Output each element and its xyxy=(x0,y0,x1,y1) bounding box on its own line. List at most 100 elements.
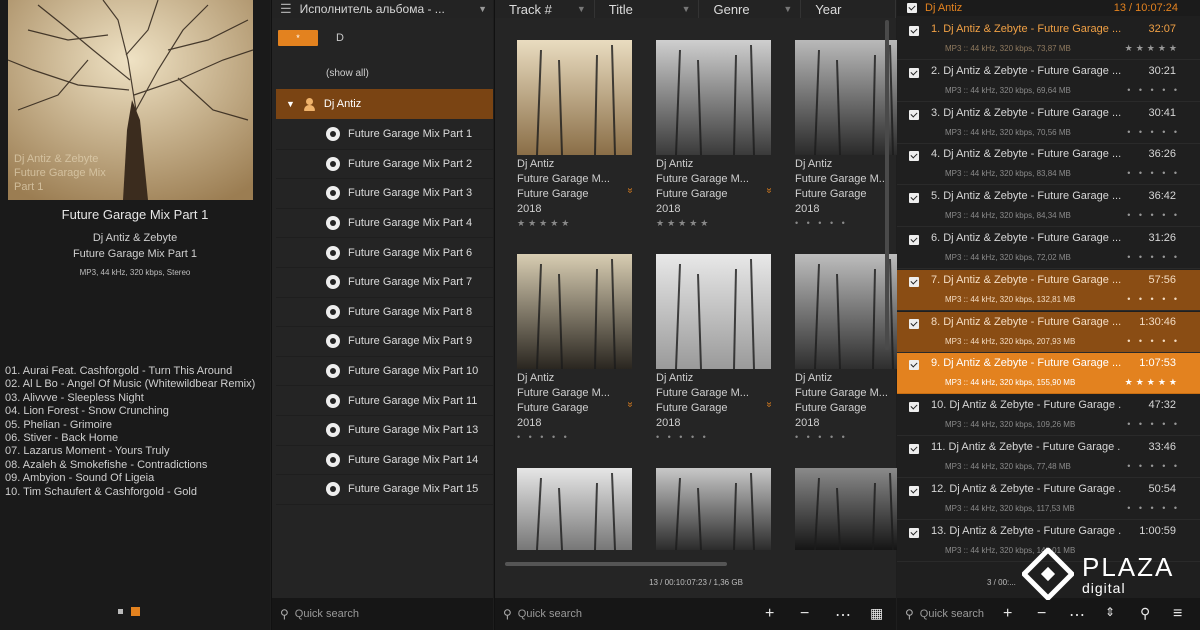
tree-album-item[interactable]: Future Garage Mix Part 9 xyxy=(276,327,493,357)
tile-rating[interactable]: ★★★★★ xyxy=(656,218,774,229)
track-rating[interactable]: ★★★★★ xyxy=(1125,377,1180,388)
track-checkbox[interactable] xyxy=(909,318,919,329)
playlist-track-row[interactable]: 8. Dj Antiz & Zebyte - Future Garage ...… xyxy=(897,311,1200,353)
track-rating[interactable]: • • • • • xyxy=(1127,210,1180,220)
add-icon[interactable]: + xyxy=(765,605,774,623)
track-rating[interactable]: • • • • • xyxy=(1127,85,1180,95)
tree-artist-node[interactable]: ▼ Dj Antiz xyxy=(276,89,493,119)
quick-search-input[interactable]: Quick search xyxy=(920,608,984,620)
playlist-track-row[interactable]: 3. Dj Antiz & Zebyte - Future Garage ...… xyxy=(897,103,1200,144)
track-rating[interactable]: ★★★★★ xyxy=(1125,43,1180,54)
track-rating[interactable]: • • • • • xyxy=(1127,168,1180,178)
track-checkbox[interactable] xyxy=(909,360,919,371)
tree-album-item[interactable]: Future Garage Mix Part 4 xyxy=(276,209,493,239)
expand-chevron-icon[interactable]: » xyxy=(625,188,636,194)
album-tile[interactable] xyxy=(517,468,635,553)
playlist-track-row[interactable]: 6. Dj Antiz & Zebyte - Future Garage ...… xyxy=(897,228,1200,269)
album-tile[interactable] xyxy=(656,468,774,553)
tile-rating[interactable]: • • • • • xyxy=(795,432,913,442)
album-tile[interactable]: Dj Antiz Future Garage M... Future Garage 2… xyxy=(656,40,775,229)
letter-filter-d[interactable]: D xyxy=(336,32,344,44)
collapse-triangle-icon[interactable]: ▼ xyxy=(286,99,295,109)
filter-icon[interactable]: ▼ xyxy=(783,4,792,14)
column-header-genre[interactable]: Genre ▼ xyxy=(699,0,802,18)
remove-icon[interactable]: − xyxy=(800,605,809,623)
playlist-track-row[interactable]: 11. Dj Antiz & Zebyte - Future Garage ..… xyxy=(897,437,1200,478)
album-tile[interactable]: Dj Antiz Future Garage M... Future Garage 2… xyxy=(517,40,636,229)
expand-chevron-icon[interactable]: » xyxy=(625,402,636,408)
tile-rating[interactable]: • • • • • xyxy=(517,432,635,442)
album-tile[interactable]: Dj Antiz Future Garage M... Future Garage 2… xyxy=(517,254,636,442)
track-rating[interactable]: • • • • • xyxy=(1127,461,1180,471)
tree-album-item[interactable]: Future Garage Mix Part 14 xyxy=(276,446,493,476)
track-checkbox[interactable] xyxy=(909,235,919,245)
search-icon[interactable]: ⚲ xyxy=(1140,605,1150,622)
track-checkbox[interactable] xyxy=(909,109,919,120)
playlist-track-row[interactable]: 5. Dj Antiz & Zebyte - Future Garage ...… xyxy=(897,186,1200,228)
pager-dot-active[interactable] xyxy=(131,607,140,616)
hamburger-menu-icon[interactable]: ≡ xyxy=(1173,605,1182,623)
album-tile[interactable]: Dj Antiz Future Garage M... Future Garage 2… xyxy=(795,40,913,228)
horizontal-scrollbar[interactable] xyxy=(505,562,727,566)
playlist-track-row[interactable]: 4. Dj Antiz & Zebyte - Future Garage ...… xyxy=(897,144,1200,186)
track-checkbox[interactable] xyxy=(909,193,919,204)
track-checkbox[interactable] xyxy=(909,26,919,36)
quick-search-input[interactable]: Quick search xyxy=(295,608,359,620)
show-all-item[interactable]: (show all) xyxy=(326,68,369,79)
column-header-title[interactable]: Title ▼ xyxy=(595,0,700,18)
menu-icon[interactable]: ☰ xyxy=(280,1,292,17)
album-tile[interactable] xyxy=(795,468,913,553)
track-checkbox[interactable] xyxy=(909,485,919,496)
album-cover[interactable]: Dj Antiz & Zebyte Future Garage Mix Part… xyxy=(8,0,253,200)
all-letters-button[interactable]: * xyxy=(278,30,318,46)
select-all-checkbox[interactable] xyxy=(907,3,917,13)
expand-chevron-icon[interactable]: » xyxy=(764,188,775,194)
playlist-track-row[interactable]: 7. Dj Antiz & Zebyte - Future Garage ...… xyxy=(897,269,1200,311)
tree-album-item[interactable]: Future Garage Mix Part 8 xyxy=(276,298,493,328)
track-rating[interactable]: • • • • • xyxy=(1127,294,1180,304)
sort-icon[interactable]: ⇕ xyxy=(1105,605,1115,619)
vertical-scrollbar[interactable] xyxy=(885,20,889,350)
tree-album-item[interactable]: Future Garage Mix Part 1 xyxy=(276,120,493,150)
track-rating[interactable]: • • • • • xyxy=(1127,503,1180,513)
expand-chevron-icon[interactable]: » xyxy=(764,402,775,408)
tree-album-item[interactable]: Future Garage Mix Part 7 xyxy=(276,268,493,298)
filter-icon[interactable]: ▼ xyxy=(682,4,691,14)
track-checkbox[interactable] xyxy=(909,276,919,287)
track-rating[interactable]: • • • • • xyxy=(1127,252,1180,262)
add-icon[interactable]: + xyxy=(1003,605,1012,623)
track-checkbox[interactable] xyxy=(909,444,919,454)
pager-dot[interactable] xyxy=(118,609,123,614)
tree-album-item[interactable]: Future Garage Mix Part 3 xyxy=(276,179,493,209)
dropdown-arrow-icon[interactable]: ▼ xyxy=(478,4,487,14)
quick-search-input[interactable]: Quick search xyxy=(518,608,582,620)
track-rating[interactable]: • • • • • xyxy=(1127,127,1180,137)
tree-album-item[interactable]: Future Garage Mix Part 10 xyxy=(276,357,493,387)
column-header-track[interactable]: Track # ▼ xyxy=(495,0,595,18)
track-checkbox[interactable] xyxy=(909,151,919,162)
playlist-track-row[interactable]: 10. Dj Antiz & Zebyte - Future Garage ..… xyxy=(897,395,1200,437)
tile-rating[interactable]: • • • • • xyxy=(656,432,774,442)
tile-rating[interactable]: ★★★★★ xyxy=(517,218,635,229)
tree-header[interactable]: ☰ Исполнитель альбома - ... ▼ xyxy=(272,0,493,18)
tree-album-item[interactable]: Future Garage Mix Part 2 xyxy=(276,150,493,180)
playlist-track-row[interactable]: 9. Dj Antiz & Zebyte - Future Garage ...… xyxy=(897,353,1200,395)
track-checkbox[interactable] xyxy=(909,402,919,413)
track-rating[interactable]: • • • • • xyxy=(1127,336,1180,346)
grid-view-icon[interactable]: ▦ xyxy=(870,605,883,622)
track-rating[interactable]: • • • • • xyxy=(1127,419,1180,429)
album-tile[interactable]: Dj Antiz Future Garage M... Future Garage 2… xyxy=(795,254,913,442)
tree-album-item[interactable]: Future Garage Mix Part 13 xyxy=(276,416,493,446)
track-checkbox[interactable] xyxy=(909,527,919,538)
album-tile[interactable]: Dj Antiz Future Garage M... Future Garage 2… xyxy=(656,254,775,442)
more-icon[interactable]: ⋯ xyxy=(1069,605,1085,625)
more-icon[interactable]: ⋯ xyxy=(835,605,851,625)
playlist-track-row[interactable]: 1. Dj Antiz & Zebyte - Future Garage ...… xyxy=(897,19,1200,60)
tree-album-item[interactable]: Future Garage Mix Part 6 xyxy=(276,238,493,268)
tree-album-item[interactable]: Future Garage Mix Part 11 xyxy=(276,386,493,416)
remove-icon[interactable]: − xyxy=(1037,605,1046,623)
playlist-track-row[interactable]: 2. Dj Antiz & Zebyte - Future Garage ...… xyxy=(897,61,1200,102)
playlist-track-row[interactable]: 12. Dj Antiz & Zebyte - Future Garage ..… xyxy=(897,479,1200,520)
tree-album-item[interactable]: Future Garage Mix Part 15 xyxy=(276,475,493,505)
filter-icon[interactable]: ▼ xyxy=(577,4,586,14)
